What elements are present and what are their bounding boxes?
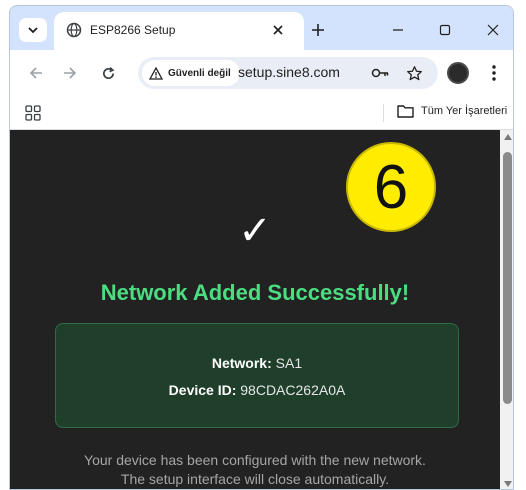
success-title: Network Added Successfully! [100,280,410,305]
tab-search-icon [28,27,38,34]
network-info-box: Network: SA1 Device ID: 98CDAC262A0A [55,323,459,428]
bookmark-star-button[interactable] [404,63,424,83]
tab-close-button[interactable] [266,18,290,42]
folder-icon [397,105,414,118]
back-button[interactable] [24,61,48,85]
network-row: Network: SA1 [56,355,458,371]
new-tab-button[interactable] [306,18,330,42]
scrollbar-thumb[interactable] [503,152,512,404]
back-arrow-icon [29,67,42,79]
security-chip[interactable]: Güvenli değil [142,60,240,86]
kebab-menu-icon [492,65,496,81]
device-id-label: Device ID: [168,382,237,398]
status-message: Your device has been configured with the… [10,451,500,489]
browser-toolbar: Güvenli değil setup.sine8.com [10,50,513,96]
maximize-icon [439,24,451,36]
profile-avatar[interactable] [447,62,469,84]
active-tab[interactable]: ESP8266 Setup [54,12,304,50]
star-icon [406,65,422,80]
address-bar[interactable]: Güvenli değil setup.sine8.com [138,57,438,89]
password-key-button[interactable] [370,63,390,83]
status-message-line-1: Your device has been configured with the… [84,452,426,468]
success-checkmark: ✓ [238,208,272,254]
close-icon [487,24,499,36]
network-value: SA1 [275,355,303,371]
minimize-button[interactable] [383,16,413,44]
bookmarks-divider [383,104,384,122]
security-label: Güvenli değil [168,67,231,79]
scroll-up-arrow-icon[interactable] [504,134,512,140]
tab-strip: ESP8266 Setup [10,6,513,50]
url-text[interactable]: setup.sine8.com [238,64,340,80]
tab-title: ESP8266 Setup [90,23,176,37]
browser-menu-button[interactable] [484,61,504,85]
bookmarks-folder-label: Tüm Yer İşaretleri [421,105,508,117]
device-id-row: Device ID: 98CDAC262A0A [56,382,458,398]
maximize-button[interactable] [430,16,460,44]
network-label: Network: [211,355,272,371]
all-bookmarks-folder[interactable]: Tüm Yer İşaretleri [397,104,507,118]
forward-button[interactable] [58,61,82,85]
close-icon [273,25,283,35]
warning-icon [149,66,163,80]
status-message-line-2: The setup interface will close automatic… [120,471,390,487]
page-scrollbar[interactable] [500,130,513,489]
reload-icon [102,66,114,79]
bookmarks-bar: Tüm Yer İşaretleri [10,96,513,130]
minimize-icon [393,29,403,31]
key-icon [371,68,389,78]
scroll-down-arrow-icon[interactable] [504,481,512,487]
device-id-value: 98CDAC262A0A [240,382,346,398]
page-content: 6 ✓ Network Added Successfully! Network:… [10,130,500,489]
forward-arrow-icon [64,67,77,79]
plus-icon [312,24,324,36]
window-close-button[interactable] [478,16,508,44]
tab-search-button[interactable] [19,18,47,42]
browser-window: ESP8266 Setup Güvenli değil setup.sine8.… [9,5,514,490]
globe-icon [66,22,82,38]
reload-button[interactable] [96,61,120,85]
apps-grid-icon[interactable] [25,105,41,121]
